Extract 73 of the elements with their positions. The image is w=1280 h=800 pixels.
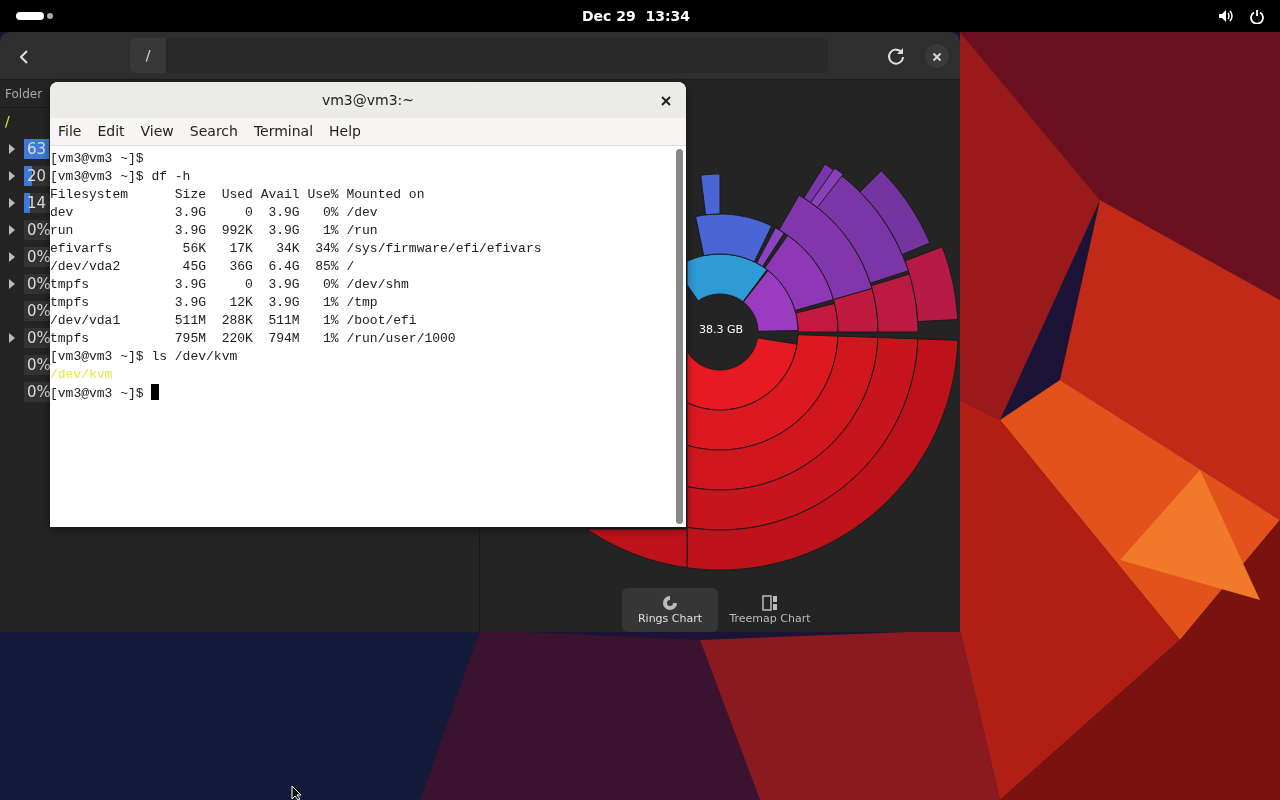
view-tab[interactable]: Rings Chart — [622, 588, 718, 632]
menu-item[interactable]: Terminal — [245, 121, 322, 142]
ring-segment[interactable] — [686, 334, 839, 451]
terminal-line: run 3.9G 992K 3.9G 1% /run — [50, 222, 379, 240]
ring-segment[interactable] — [686, 337, 919, 531]
ring-segment[interactable] — [795, 303, 839, 333]
usage-percent: 63 — [26, 138, 47, 159]
total-size-label: 38.3 GB — [699, 324, 744, 335]
usage-percent: 0% — [26, 219, 51, 240]
column-header[interactable]: Folder — [5, 84, 43, 103]
ring-segment[interactable] — [686, 335, 879, 491]
path-segment[interactable]: / — [130, 38, 166, 73]
ring-segment[interactable] — [756, 227, 785, 268]
clock-label[interactable]: Dec 29 13:34 — [581, 5, 691, 27]
ring-segment[interactable] — [695, 213, 773, 263]
menu-item[interactable]: Search — [181, 121, 246, 142]
ring-segment[interactable] — [686, 253, 768, 303]
expander-icon[interactable] — [8, 196, 16, 209]
usage-percent: 0% — [26, 273, 51, 294]
view-tab[interactable]: Treemap Chart — [722, 588, 818, 632]
terminal-line: tmpfs 3.9G 0 3.9G 0% /dev/shm — [50, 276, 410, 294]
ring-segment[interactable] — [870, 273, 919, 333]
terminal-line: [vm3@vm3 ~]$ — [50, 150, 145, 168]
ring-segment[interactable] — [778, 194, 873, 300]
usage-percent: 0% — [26, 246, 51, 267]
ring-segment[interactable] — [686, 338, 959, 571]
expander-icon[interactable] — [8, 223, 16, 236]
ring-segment[interactable] — [586, 528, 688, 569]
expander-icon[interactable] — [8, 331, 16, 344]
ring-segment[interactable] — [742, 270, 799, 332]
ring-segment[interactable] — [810, 167, 844, 208]
text-cursor — [151, 384, 160, 400]
window-title: vm3@vm3:~ — [321, 90, 415, 110]
expander-icon[interactable] — [8, 142, 16, 155]
workspace-indicator-icon[interactable] — [16, 12, 54, 20]
usage-percent: 0% — [26, 381, 51, 402]
mouse-pointer-icon — [291, 785, 303, 800]
ring-segment[interactable] — [686, 337, 798, 411]
back-icon — [19, 49, 29, 64]
terminal-line: /dev/vda1 511M 288K 511M 1% /boot/efi — [50, 312, 418, 330]
power-icon[interactable] — [1250, 8, 1264, 24]
ring-segment[interactable] — [859, 170, 931, 256]
treemap-icon — [762, 594, 778, 611]
usage-percent: 0% — [26, 354, 51, 375]
ring-segment[interactable] — [803, 163, 909, 284]
terminal-line: tmpfs 3.9G 12K 3.9G 1% /tmp — [50, 294, 379, 312]
terminal-line: [vm3@vm3 ~]$ df -h — [50, 168, 192, 186]
ring-segment[interactable] — [700, 173, 721, 216]
folder-name[interactable]: / — [5, 111, 10, 132]
close-button[interactable] — [925, 44, 949, 68]
ring-segment[interactable] — [904, 246, 959, 323]
prompt-text: [vm3@vm3 ~]$ — [50, 386, 145, 401]
terminal-line: Filesystem Size Used Avail Use% Mounted on — [50, 186, 426, 204]
expander-icon[interactable] — [8, 277, 16, 290]
ring-segment[interactable] — [832, 287, 879, 333]
terminal-line: /dev/vda2 45G 36G 6.4G 85% / — [50, 258, 356, 276]
usage-percent: 0% — [26, 327, 51, 348]
terminal-line: tmpfs 795M 220K 794M 1% /run/user/1000 — [50, 330, 457, 348]
expander-icon[interactable] — [8, 169, 16, 182]
menu-item[interactable]: Help — [321, 121, 369, 142]
terminal-line: /dev/kvm — [50, 366, 114, 384]
usage-percent: 0% — [26, 300, 51, 321]
scrollbar[interactable] — [676, 149, 683, 524]
terminal-line: dev 3.9G 0 3.9G 0% /dev — [50, 204, 379, 222]
terminal-line: efivarfs 56K 17K 34K 34% /sys/firmware/efi/efivars — [50, 240, 543, 258]
ring-segment[interactable] — [764, 234, 834, 311]
rings-icon — [662, 594, 678, 611]
terminal-line: [vm3@vm3 ~]$ ls /dev/kvm — [50, 348, 239, 366]
menu-item[interactable]: View — [132, 121, 182, 142]
menu-item[interactable]: File — [50, 121, 90, 142]
menu-item[interactable]: Edit — [89, 121, 133, 142]
volume-icon[interactable] — [1218, 9, 1234, 23]
expander-icon[interactable] — [8, 250, 16, 263]
